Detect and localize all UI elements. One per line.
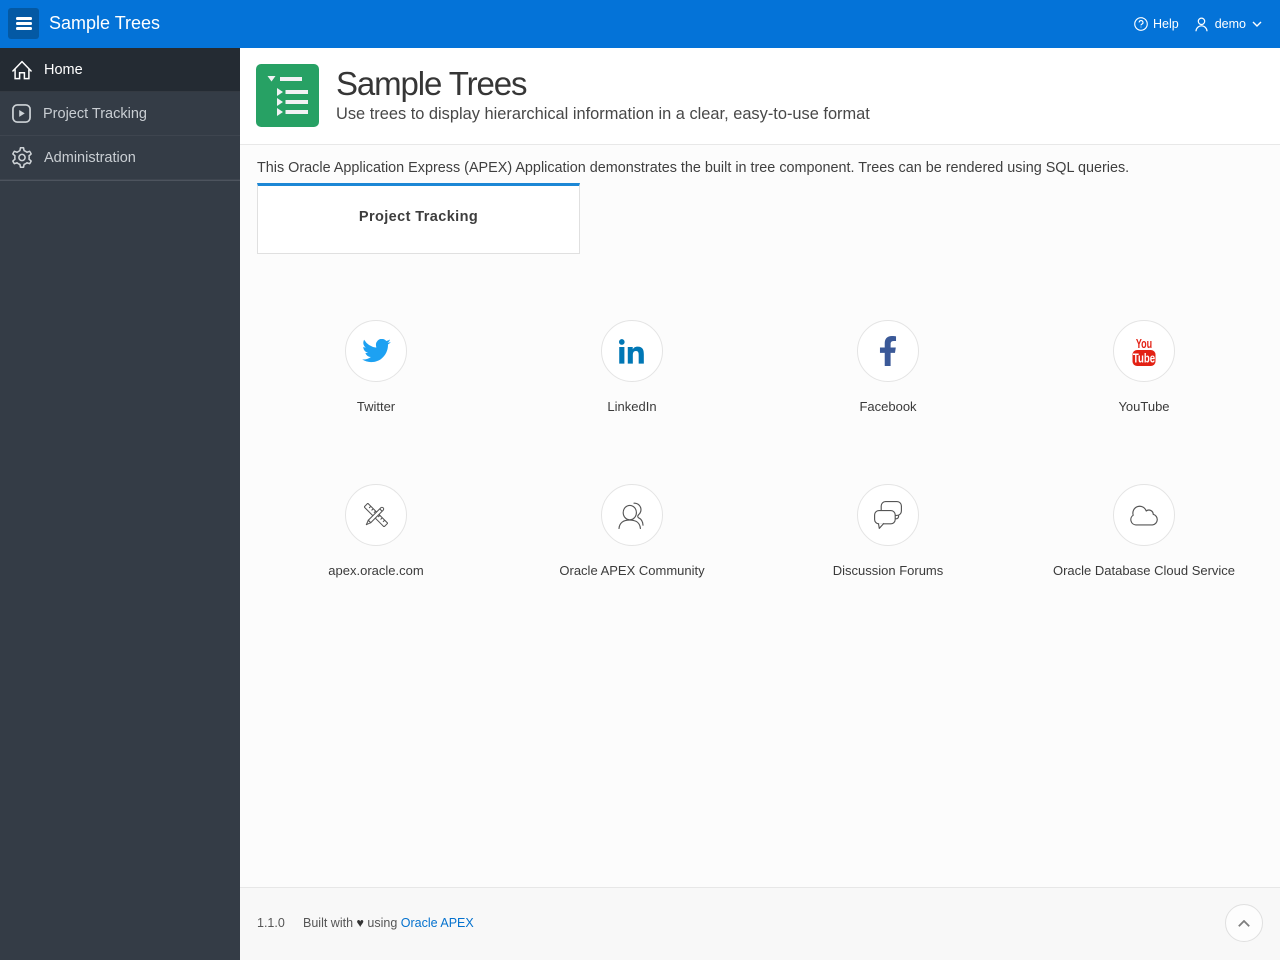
svg-text:Tube: Tube xyxy=(1133,352,1155,366)
svg-text:You: You xyxy=(1136,337,1152,351)
